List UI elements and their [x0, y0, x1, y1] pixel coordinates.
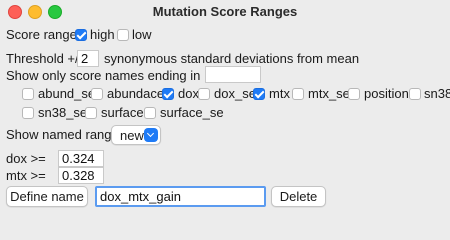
mutation-score-ranges-window: Mutation Score Ranges Score ranges high … — [0, 0, 450, 212]
suffix-filter-input[interactable] — [205, 66, 261, 83]
score-name-label-abundace: abundace — [107, 86, 165, 101]
score-name-label-dox: dox — [178, 86, 199, 101]
range-label-mtx: mtx >= — [6, 168, 46, 183]
threshold-suffix-label: synonymous standard deviations from mean — [104, 51, 360, 66]
score-name-checkbox-sn38-se[interactable] — [22, 107, 34, 119]
score-name-label-sn38-se: sn38_se — [38, 105, 88, 120]
score-name-label-sn38: sn38 — [424, 86, 450, 101]
high-label: high — [90, 27, 115, 42]
named-ranges-label: Show named ranges — [6, 127, 126, 142]
range-input-dox[interactable] — [58, 150, 104, 167]
score-name-checkbox-dox-se[interactable] — [198, 88, 210, 100]
threshold-input[interactable] — [77, 50, 99, 67]
range-name-input[interactable] — [95, 186, 266, 207]
low-checkbox[interactable] — [117, 29, 129, 41]
named-ranges-select[interactable]: new — [111, 125, 161, 145]
score-name-label-surface: surface — [101, 105, 144, 120]
high-checkbox[interactable] — [75, 29, 87, 41]
score-ranges-label: Score ranges — [6, 27, 84, 42]
delete-button[interactable]: Delete — [271, 186, 326, 207]
named-ranges-selected-value: new — [120, 128, 144, 143]
window-title: Mutation Score Ranges — [152, 4, 298, 19]
score-name-checkbox-surface-se[interactable] — [144, 107, 156, 119]
score-name-label-position: position — [364, 86, 409, 101]
score-name-checkbox-abund-se[interactable] — [22, 88, 34, 100]
score-name-label-surface-se: surface_se — [160, 105, 224, 120]
chevron-down-icon — [144, 128, 158, 142]
threshold-label: Threshold +/- — [6, 51, 83, 66]
score-name-checkbox-dox[interactable] — [162, 88, 174, 100]
suffix-filter-label: Show only score names ending in — [6, 68, 201, 83]
range-label-dox: dox >= — [6, 151, 46, 166]
score-name-label-mtx-se: mtx_se — [308, 86, 350, 101]
score-name-label-abund-se: abund_se — [38, 86, 96, 101]
score-name-label-mtx: mtx — [269, 86, 290, 101]
score-name-checkbox-mtx[interactable] — [253, 88, 265, 100]
score-name-label-dox-se: dox_se — [214, 86, 256, 101]
score-name-checkbox-abundace[interactable] — [91, 88, 103, 100]
score-name-checkbox-sn38[interactable] — [409, 88, 421, 100]
score-name-checkbox-mtx-se[interactable] — [292, 88, 304, 100]
define-name-button[interactable]: Define name — [6, 186, 88, 207]
title-bar: Mutation Score Ranges — [0, 0, 450, 24]
score-name-checkbox-surface[interactable] — [85, 107, 97, 119]
score-name-checkbox-position[interactable] — [348, 88, 360, 100]
low-label: low — [132, 27, 152, 42]
range-input-mtx[interactable] — [58, 167, 104, 184]
